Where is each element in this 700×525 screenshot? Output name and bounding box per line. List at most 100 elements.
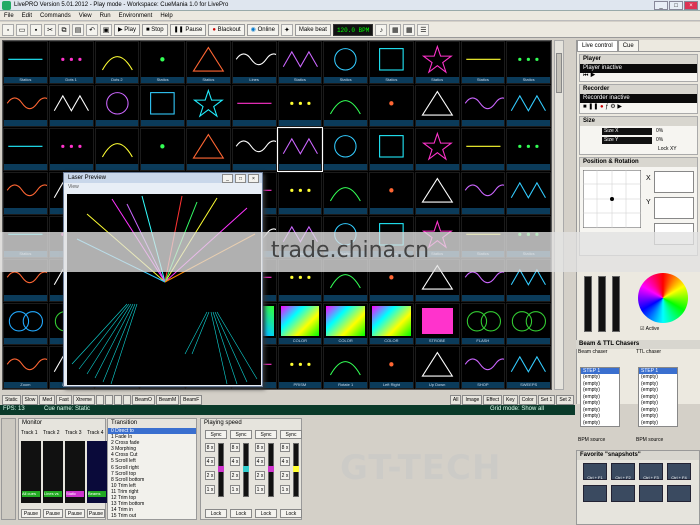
preview-titlebar[interactable]: Laser Preview _ □ × bbox=[64, 173, 262, 183]
fav-snapshot-4[interactable]: Ctrl + F4 bbox=[667, 463, 691, 480]
speed-multiplier-button[interactable]: 1 x bbox=[205, 485, 215, 494]
blackout-button[interactable]: ● Blackout bbox=[208, 23, 245, 36]
cue-cell[interactable] bbox=[186, 128, 231, 171]
speed-lock-button[interactable]: Lock bbox=[280, 509, 302, 518]
cue-cell[interactable] bbox=[369, 171, 414, 215]
monitor-icon[interactable]: ▣ bbox=[100, 23, 112, 36]
cue-cell[interactable] bbox=[276, 127, 324, 172]
cue-cell[interactable]: STROBE bbox=[414, 302, 460, 346]
speed-multiplier-button[interactable]: 4 x bbox=[255, 457, 265, 466]
speed-multiplier-button[interactable]: 4 x bbox=[230, 457, 240, 466]
track-3-pause[interactable]: Pause bbox=[65, 509, 85, 518]
fav-snapshot-2[interactable]: Ctrl + F2 bbox=[611, 463, 635, 480]
preview-menu-view[interactable]: View bbox=[64, 183, 262, 192]
red-slider[interactable] bbox=[584, 276, 592, 332]
cue-cell[interactable] bbox=[323, 128, 368, 171]
menu-environment[interactable]: Environment bbox=[115, 11, 157, 21]
menu-help[interactable]: Help bbox=[156, 11, 176, 21]
speed-fader-knob[interactable] bbox=[243, 466, 249, 472]
preview-minimize-button[interactable]: _ bbox=[222, 174, 233, 183]
undo-icon[interactable]: ↶ bbox=[86, 23, 98, 36]
cue-cell[interactable] bbox=[506, 128, 551, 171]
filter-all[interactable]: All bbox=[449, 395, 462, 405]
filter-key[interactable]: Key bbox=[503, 395, 518, 405]
cue-cell[interactable] bbox=[414, 128, 460, 171]
speed-fader-knob[interactable] bbox=[293, 466, 299, 472]
cue-cell[interactable] bbox=[506, 84, 551, 128]
copy-icon[interactable]: ⧉ bbox=[58, 23, 70, 36]
cue-cell[interactable]: Statics bbox=[323, 41, 368, 84]
paste-icon[interactable]: ▤ bbox=[72, 23, 84, 36]
chaser-item[interactable]: (empty) bbox=[639, 420, 677, 427]
beam-chaser-list[interactable]: STEP 1 (empty) (empty) (empty) (empty) (empty… bbox=[580, 367, 620, 427]
transition-list[interactable]: 0 Direct to 1 Fade In 2 Cross fade 3 Morphi… bbox=[108, 428, 196, 519]
cue-cell[interactable]: COLOR bbox=[277, 302, 323, 346]
list-view-icon[interactable]: ☰ bbox=[417, 23, 430, 36]
speed-lock-button[interactable]: Lock bbox=[205, 509, 227, 518]
online-button[interactable]: ◉ Online bbox=[246, 23, 279, 36]
fav-snapshot-5[interactable] bbox=[583, 485, 607, 502]
grid-view2-icon[interactable]: ▦ bbox=[403, 23, 416, 36]
speed-multiplier-button[interactable]: 2 x bbox=[205, 471, 215, 480]
speed-multiplier-button[interactable]: 4 x bbox=[280, 457, 290, 466]
speed-multiplier-button[interactable]: 8 x bbox=[230, 443, 240, 452]
cue-cell[interactable]: Up Down bbox=[414, 346, 460, 389]
cue-cell[interactable]: Statics bbox=[277, 41, 323, 84]
tab-med[interactable]: Med bbox=[39, 395, 56, 405]
sync-button[interactable]: Sync bbox=[280, 430, 302, 439]
chaser-item[interactable]: (empty) bbox=[581, 420, 619, 427]
track-4-label[interactable]: Track 4 bbox=[87, 430, 103, 436]
cue-cell[interactable] bbox=[277, 84, 323, 128]
track-1-pause[interactable]: Pause bbox=[21, 509, 41, 518]
filter-color[interactable]: Color bbox=[518, 395, 537, 405]
save-icon[interactable]: ▪ bbox=[30, 23, 42, 36]
tab-blank-1[interactable] bbox=[95, 395, 104, 405]
cue-cell[interactable] bbox=[506, 302, 551, 346]
tab-beamf[interactable]: BeamF bbox=[180, 395, 203, 405]
cue-cell[interactable] bbox=[186, 84, 231, 128]
bpm-source-beam[interactable]: BPM source bbox=[578, 437, 605, 443]
speed-multiplier-button[interactable]: 8 x bbox=[205, 443, 215, 452]
close-button[interactable]: × bbox=[684, 1, 698, 10]
player-controls[interactable]: ⏮ ▶ bbox=[580, 73, 697, 81]
cue-cell[interactable] bbox=[414, 171, 460, 215]
cue-cell[interactable]: Statics bbox=[506, 41, 551, 84]
speed-fader-knob[interactable] bbox=[268, 466, 274, 472]
position-xy-pad[interactable] bbox=[583, 170, 641, 228]
tab-blank-4[interactable] bbox=[122, 395, 131, 405]
tab-beamo[interactable]: BeamO bbox=[131, 395, 155, 405]
cue-cell[interactable] bbox=[3, 171, 48, 215]
y-rotation-dial[interactable] bbox=[654, 197, 694, 219]
menu-commands[interactable]: Commands bbox=[36, 11, 75, 21]
cue-cell[interactable] bbox=[460, 171, 506, 215]
cue-cell[interactable]: Lines bbox=[231, 41, 277, 84]
size-x-bar[interactable]: Size X bbox=[602, 128, 652, 135]
cue-cell[interactable] bbox=[414, 84, 460, 128]
cue-cell[interactable] bbox=[369, 128, 414, 171]
green-slider[interactable] bbox=[598, 276, 606, 332]
speed-multiplier-button[interactable]: 2 x bbox=[280, 471, 290, 480]
track-1-label[interactable]: Track 1 bbox=[21, 430, 37, 436]
speed-multiplier-button[interactable]: 2 x bbox=[230, 471, 240, 480]
track-4-pause[interactable]: Pause bbox=[87, 509, 105, 518]
size-y-bar[interactable]: Size Y bbox=[602, 137, 652, 144]
track-1-clip[interactable]: All cues bbox=[22, 491, 40, 497]
speed-fader[interactable] bbox=[293, 443, 299, 497]
blue-slider[interactable] bbox=[612, 276, 620, 332]
speed-multiplier-button[interactable]: 8 x bbox=[280, 443, 290, 452]
tab-static[interactable]: Static bbox=[2, 395, 21, 405]
speed-multiplier-button[interactable]: 8 x bbox=[255, 443, 265, 452]
vertical-side-tabs[interactable] bbox=[1, 418, 16, 520]
maximize-button[interactable]: □ bbox=[669, 1, 683, 10]
stop-button[interactable]: ■ Stop bbox=[141, 23, 168, 36]
cue-cell[interactable] bbox=[460, 128, 506, 171]
cue-cell[interactable] bbox=[369, 84, 414, 128]
laser-icon[interactable]: ✦ bbox=[280, 23, 293, 36]
bpm-source-ttl[interactable]: BPM source bbox=[636, 437, 663, 443]
track-2-clip[interactable]: Lines vs bbox=[44, 491, 62, 497]
x-rotation-dial[interactable] bbox=[654, 171, 694, 193]
tab-slow[interactable]: Slow bbox=[21, 395, 39, 405]
tempo-icon[interactable]: ♪ bbox=[375, 23, 388, 36]
fav-snapshot-1[interactable]: Ctrl + F1 bbox=[583, 463, 607, 480]
cue-cell[interactable]: Zoom bbox=[3, 346, 48, 389]
